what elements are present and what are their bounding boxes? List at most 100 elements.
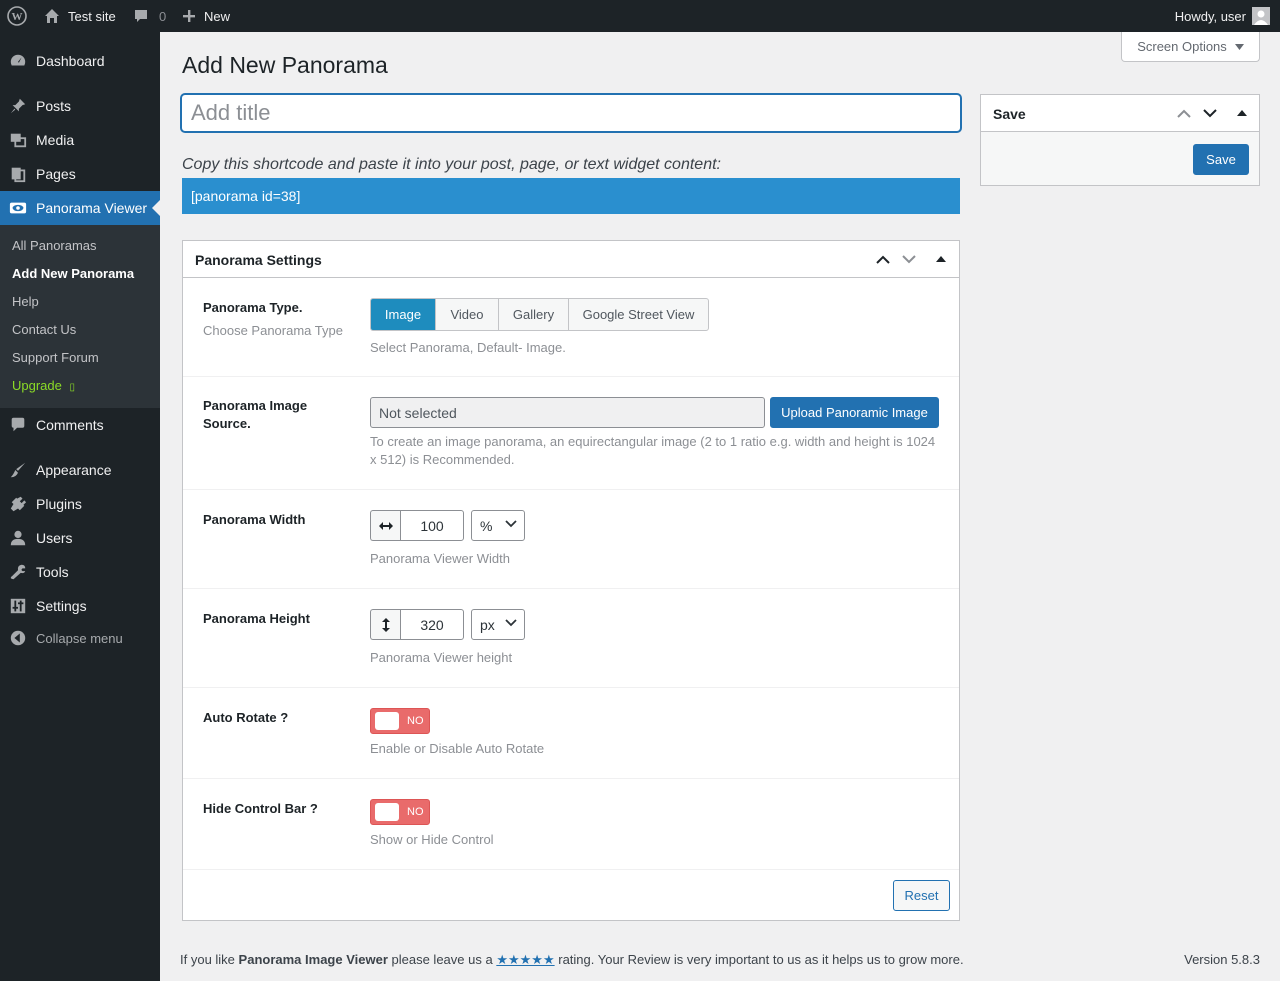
brush-icon — [0, 461, 36, 479]
height-unit-select[interactable]: px — [471, 609, 525, 640]
width-unit-select[interactable]: % — [471, 510, 525, 541]
sidebar-item-media[interactable]: Media — [0, 123, 160, 157]
sidebar-item-label: Panorama Viewer — [36, 200, 148, 216]
site-name: Test site — [68, 8, 116, 24]
comment-icon — [0, 416, 36, 434]
sidebar-item-panorama-viewer[interactable]: Panorama Viewer — [0, 191, 160, 225]
chevron-down-icon — [1203, 108, 1217, 117]
my-account-link[interactable]: Howdy, user — [1175, 0, 1270, 32]
collapse-menu-button[interactable]: Collapse menu — [0, 621, 160, 655]
shortcode-field[interactable]: [panorama id=38] — [182, 178, 960, 214]
type-option-gallery[interactable]: Gallery — [499, 299, 569, 330]
image-source-description: To create an image panorama, an equirect… — [370, 434, 936, 467]
toggle-knob — [375, 803, 399, 821]
submenu-all-panoramas[interactable]: All Panoramas — [12, 238, 97, 253]
submenu-support-forum[interactable]: Support Forum — [12, 350, 99, 365]
sidebar-item-tools[interactable]: Tools — [0, 555, 160, 589]
rating-stars-link[interactable]: ★★★★★ — [496, 952, 554, 967]
image-source-row: Panorama Image Source. Not selected Uplo… — [183, 377, 959, 490]
sidebar-item-settings[interactable]: Settings — [0, 589, 160, 623]
chevron-up-icon — [1177, 109, 1191, 118]
submenu-add-new-panorama[interactable]: Add New Panorama — [12, 266, 134, 281]
chevron-down-icon — [902, 254, 916, 263]
sidebar-item-label: Settings — [36, 598, 87, 614]
height-input-group: 320 px — [370, 609, 525, 640]
chevron-up-icon — [876, 255, 890, 264]
width-unit-value: % — [480, 517, 493, 534]
wordpress-logo-icon[interactable]: W — [7, 0, 27, 32]
type-option-image[interactable]: Image — [371, 299, 436, 330]
panorama-settings-box: Panorama Settings Panorama Type. Choose … — [182, 240, 960, 921]
upgrade-label: Upgrade — [12, 378, 62, 393]
sidebar-item-plugins[interactable]: Plugins — [0, 487, 160, 521]
hide-control-toggle[interactable]: NO — [370, 799, 430, 825]
move-up-button[interactable] — [875, 251, 891, 267]
sidebar-item-dashboard[interactable]: Dashboard — [0, 44, 160, 78]
wrench-icon — [0, 563, 36, 581]
upgrade-icon: ▯ — [69, 382, 76, 393]
comment-bubble-icon — [133, 8, 149, 24]
dashboard-icon — [0, 52, 36, 70]
screen-options-button[interactable]: Screen Options — [1121, 32, 1260, 62]
title-input[interactable] — [181, 94, 961, 132]
panorama-height-label: Panorama Height — [203, 611, 310, 626]
new-content-link[interactable]: New — [182, 0, 230, 32]
image-source-field[interactable]: Not selected — [370, 397, 765, 428]
toggle-state: NO — [407, 715, 424, 727]
howdy-text: Howdy, user — [1174, 8, 1246, 24]
footer-prefix: If you like — [180, 952, 235, 967]
horizontal-arrows-icon — [370, 510, 400, 541]
height-description: Panorama Viewer height — [370, 650, 513, 665]
reset-button[interactable]: Reset — [893, 880, 950, 911]
move-down-button[interactable] — [1202, 105, 1218, 121]
comments-count: 0 — [159, 8, 167, 24]
sidebar-item-posts[interactable]: Posts — [0, 89, 160, 123]
upload-image-button[interactable]: Upload Panoramic Image — [770, 397, 939, 428]
sidebar-item-label: Media — [36, 132, 75, 148]
sidebar-item-label: Dashboard — [36, 53, 105, 69]
sidebar-item-label: Comments — [36, 417, 104, 433]
pages-icon — [0, 165, 36, 183]
eye-icon — [0, 199, 36, 217]
pin-icon — [0, 97, 36, 115]
triangle-up-icon — [1237, 110, 1247, 116]
type-option-video[interactable]: Video — [436, 299, 499, 330]
sidebar-item-label: Tools — [36, 564, 69, 580]
sidebar-item-comments[interactable]: Comments — [0, 408, 160, 442]
triangle-up-icon — [936, 256, 946, 262]
image-source-label: Panorama Image Source. — [203, 398, 308, 431]
panorama-type-sublabel: Choose Panorama Type — [203, 323, 343, 338]
height-unit-value: px — [480, 616, 495, 633]
plug-icon — [0, 495, 36, 513]
postbox-title: Panorama Settings — [195, 252, 322, 268]
comments-link[interactable]: 0 — [133, 0, 166, 32]
submenu-upgrade[interactable]: Upgrade ▯ — [12, 378, 75, 393]
vertical-arrows-icon — [370, 609, 400, 640]
type-option-google-street-view[interactable]: Google Street View — [569, 299, 708, 330]
shortcode-instructions: Copy this shortcode and paste it into yo… — [182, 156, 721, 173]
plus-icon — [182, 9, 196, 23]
move-up-button[interactable] — [1176, 105, 1192, 121]
postbox-header: Panorama Settings — [183, 241, 959, 278]
site-name-link[interactable]: Test site — [44, 0, 116, 32]
footer-middle: please leave us a — [391, 952, 493, 967]
toggle-panel-button[interactable] — [1234, 105, 1250, 121]
save-button[interactable]: Save — [1193, 144, 1249, 175]
hide-control-description: Show or Hide Control — [370, 832, 494, 847]
height-value-input[interactable]: 320 — [400, 609, 464, 640]
collapse-menu-label: Collapse menu — [36, 630, 123, 646]
sidebar-item-users[interactable]: Users — [0, 521, 160, 555]
postbox-header: Save — [981, 95, 1259, 132]
submenu-contact-us[interactable]: Contact Us — [12, 322, 76, 337]
submenu-help[interactable]: Help — [12, 294, 39, 309]
admin-bar: W Test site 0 New Howdy, user — [0, 0, 1280, 32]
sidebar-item-pages[interactable]: Pages — [0, 157, 160, 191]
toggle-panel-button[interactable] — [933, 251, 949, 267]
move-down-button[interactable] — [901, 251, 917, 267]
svg-text:W: W — [12, 11, 23, 23]
width-value-input[interactable]: 100 — [400, 510, 464, 541]
width-description: Panorama Viewer Width — [370, 551, 510, 566]
sidebar-item-appearance[interactable]: Appearance — [0, 453, 160, 487]
auto-rotate-toggle[interactable]: NO — [370, 708, 430, 734]
collapse-icon — [0, 629, 36, 647]
